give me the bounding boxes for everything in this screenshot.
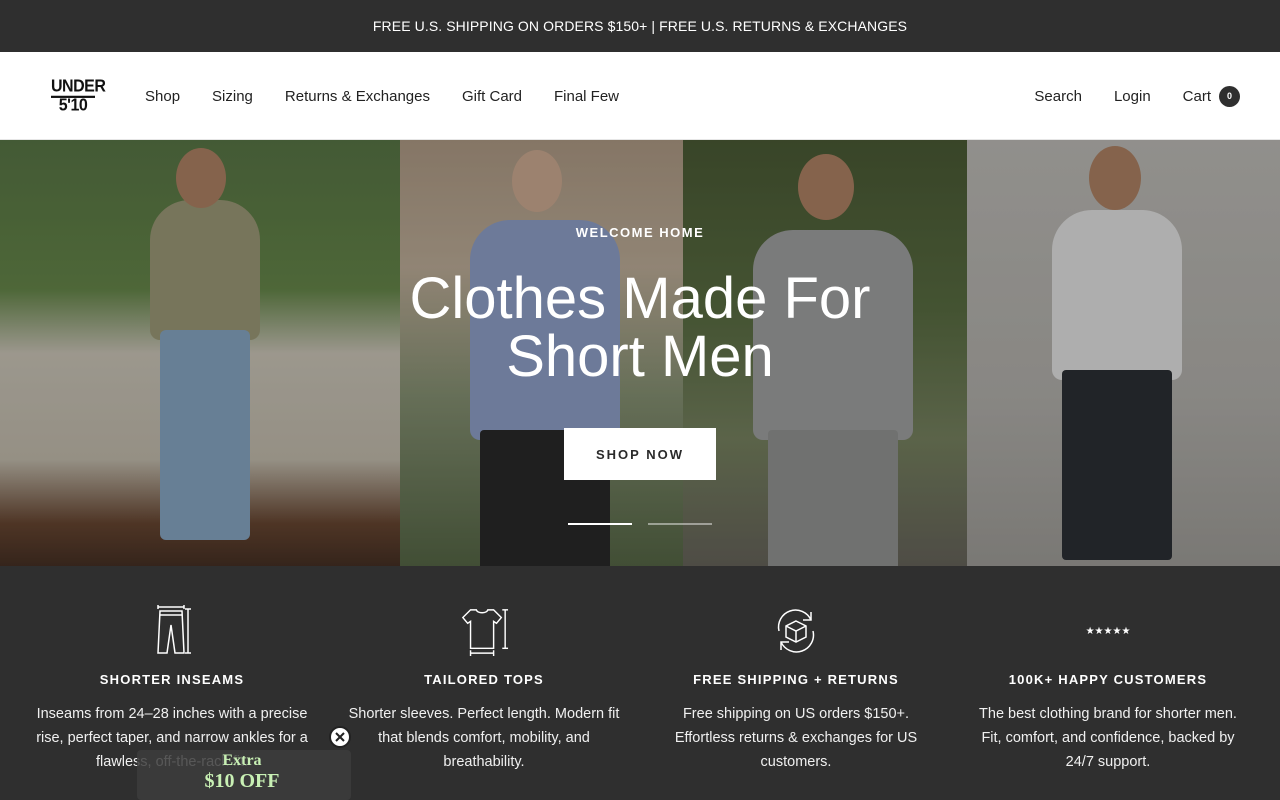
nav-item-returns[interactable]: Returns & Exchanges — [285, 88, 430, 105]
feature-desc: The best clothing brand for shorter men.… — [979, 706, 1237, 770]
nav-item-shop[interactable]: Shop — [145, 88, 180, 105]
login-link[interactable]: Login — [1114, 88, 1151, 105]
slide-indicators — [568, 523, 712, 525]
shop-now-button[interactable]: SHOP NOW — [564, 428, 716, 480]
hero-title: Clothes Made For Short Men — [409, 266, 871, 389]
discount-popup[interactable]: Extra $10 OFF — [137, 740, 351, 800]
hero-content: WELCOME HOME Clothes Made For Short Men … — [0, 140, 1280, 566]
header-actions: Search Login Cart 0 — [1002, 52, 1240, 140]
feature-desc: Shorter sleeves. Perfect length. Modern … — [348, 706, 620, 770]
close-icon — [335, 732, 345, 742]
feature-title: FREE SHIPPING + RETURNS — [693, 672, 899, 687]
five-stars-icon: ★★★★★ — [1085, 625, 1131, 637]
announcement-text: FREE U.S. SHIPPING ON ORDERS $150+ | FRE… — [372, 18, 908, 34]
logo-line-2: 5'10 — [58, 96, 88, 115]
shirt-measure-icon — [459, 606, 509, 656]
cart-label: Cart — [1182, 87, 1211, 105]
cart-link[interactable]: Cart 0 — [1182, 85, 1240, 107]
logo-line-1: UNDER — [51, 77, 106, 98]
feature-desc: Free shipping on US orders $150+. Effort… — [674, 706, 918, 770]
nav-item-gift-card[interactable]: Gift Card — [462, 88, 522, 105]
nav-item-final-few[interactable]: Final Few — [554, 88, 619, 105]
announcement-bar: FREE U.S. SHIPPING ON ORDERS $150+ | FRE… — [0, 0, 1280, 52]
feature-title: TAILORED TOPS — [424, 672, 544, 687]
main-nav: Shop Sizing Returns & Exchanges Gift Car… — [145, 52, 619, 140]
popup-line-1: Extra — [222, 752, 262, 769]
hero-banner: WELCOME HOME Clothes Made For Short Men … — [0, 140, 1280, 566]
nav-item-sizing[interactable]: Sizing — [212, 88, 253, 105]
cart-count-badge: 0 — [1219, 85, 1240, 107]
popup-line-2: $10 OFF — [204, 770, 280, 792]
slide-indicator-2[interactable] — [648, 523, 712, 525]
brand-logo[interactable]: UNDER 5'10 — [51, 77, 106, 115]
popup-close-button[interactable] — [329, 726, 351, 748]
pants-measure-icon — [147, 605, 197, 656]
search-link[interactable]: Search — [1034, 88, 1082, 105]
slide-indicator-1[interactable] — [568, 523, 632, 525]
box-return-icon — [771, 606, 821, 656]
site-header: UNDER 5'10 Shop Sizing Returns & Exchang… — [0, 52, 1280, 140]
feature-title: 100K+ HAPPY CUSTOMERS — [1008, 672, 1208, 687]
hero-eyebrow: WELCOME HOME — [575, 225, 705, 240]
feature-title: SHORTER INSEAMS — [99, 672, 245, 687]
